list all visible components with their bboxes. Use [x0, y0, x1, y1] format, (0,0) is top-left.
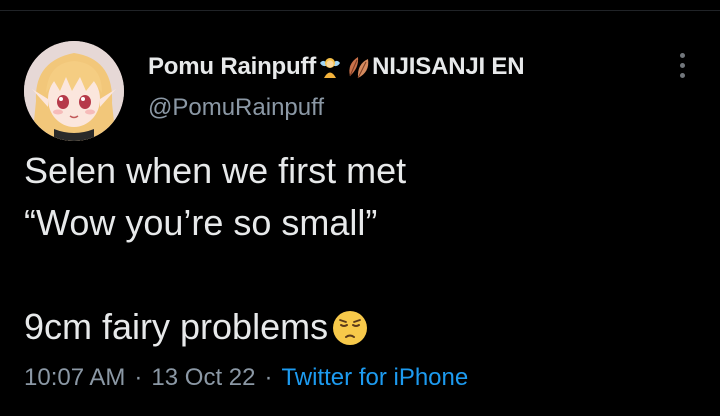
- tweet-time[interactable]: 10:07 AM: [24, 364, 125, 392]
- tweet-text-line: “Wow you’re so small”: [24, 202, 378, 243]
- author-name-suffix[interactable]: NIJISANJI EN: [372, 53, 525, 81]
- meta-separator: ·: [264, 364, 273, 391]
- tweet-text-line: [24, 249, 704, 301]
- tweet-text-line: Selen when we first met: [24, 150, 407, 191]
- tweet-text-line: 9cm fairy problems: [24, 306, 329, 347]
- tweet: Pomu Rainpuff NIJISANJI EN @PomuRainpuff…: [0, 0, 720, 416]
- avatar-image: [24, 41, 124, 141]
- avatar[interactable]: [24, 41, 124, 141]
- tweet-metadata: 10:07 AM · 13 Oct 22 · Twitter for iPhon…: [24, 362, 468, 394]
- more-vertical-icon[interactable]: [668, 50, 696, 80]
- author-handle[interactable]: @PomuRainpuff: [148, 94, 324, 122]
- tweet-date[interactable]: 13 Oct 22: [151, 364, 255, 392]
- tweet-text-line-last: 9cm fairy problems: [24, 301, 704, 353]
- tweet-text: Selen when we first met “Wow you’re so s…: [24, 145, 704, 353]
- pensive-face-emoji: [332, 308, 368, 360]
- leaf-emoji: [345, 54, 371, 80]
- fairy-emoji: [317, 54, 343, 80]
- meta-separator: ·: [134, 364, 143, 391]
- tweet-source-link[interactable]: Twitter for iPhone: [281, 364, 468, 392]
- author-name-row[interactable]: Pomu Rainpuff NIJISANJI EN: [148, 50, 525, 84]
- author-display-name[interactable]: Pomu Rainpuff: [148, 53, 316, 81]
